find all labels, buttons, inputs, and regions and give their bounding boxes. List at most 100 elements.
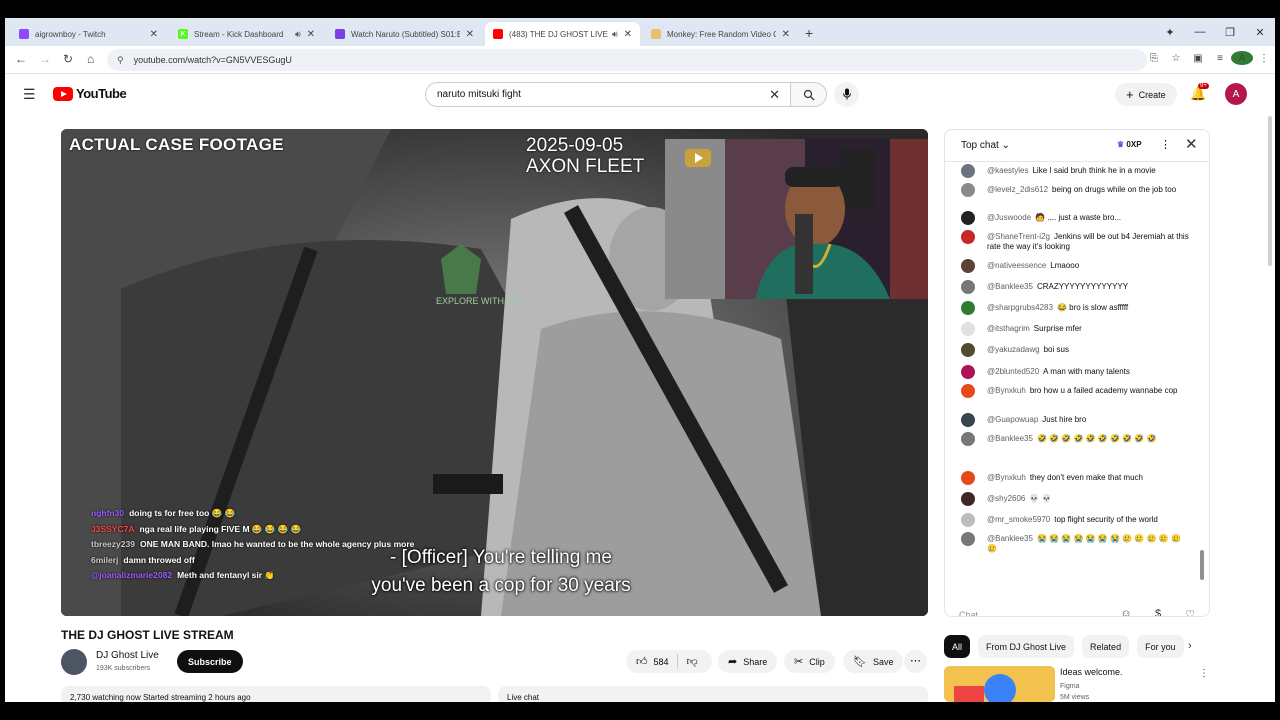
url-field[interactable]: ⚲ youtube.com/watch?v=GN5VVESGugU	[107, 49, 1147, 71]
super-chat-icon[interactable]: $	[1142, 608, 1174, 616]
chat-username[interactable]: @2blunted520	[987, 367, 1039, 376]
heart-icon[interactable]: ♡	[1174, 608, 1206, 616]
top-chat-dropdown[interactable]: Top chat ⌄	[961, 140, 1010, 151]
bookmark-star-icon[interactable]: ☆	[1165, 53, 1187, 64]
install-icon[interactable]: ⎘	[1143, 53, 1165, 64]
dislike-button[interactable]: 👎︎	[678, 655, 698, 668]
create-button[interactable]: + Create	[1115, 83, 1177, 106]
chat-username[interactable]: @kaestyles	[987, 166, 1028, 175]
chat-user-avatar[interactable]	[961, 471, 975, 485]
close-tab-icon[interactable]: ✕	[150, 29, 158, 40]
filter-chip[interactable]: For you	[1137, 635, 1184, 658]
clip-button[interactable]: ✂ Clip	[784, 650, 835, 673]
subscribe-button[interactable]: Subscribe	[177, 650, 243, 673]
chat-username[interactable]: @Juswoode	[987, 213, 1031, 222]
video-player[interactable]: EXPLORE WITH US ACTUAL CASE FOOTAGE 2025…	[61, 129, 928, 616]
close-window-button[interactable]: ✕	[1245, 26, 1275, 39]
home-icon[interactable]: ⌂	[87, 52, 94, 66]
more-vertical-icon[interactable]: ⋮	[1199, 668, 1209, 679]
new-tab-button[interactable]: +	[805, 25, 813, 41]
speaker-icon[interactable]: 🔊︎	[295, 29, 301, 40]
chat-user-avatar[interactable]	[961, 343, 975, 357]
restore-button[interactable]: ❐	[1215, 26, 1245, 39]
clear-search-icon[interactable]: ✕	[769, 87, 780, 103]
chat-user-avatar[interactable]	[961, 492, 975, 506]
share-button[interactable]: ➦ Share	[718, 650, 778, 673]
chat-scroll-thumb[interactable]	[1200, 550, 1204, 580]
chat-user-avatar[interactable]	[961, 365, 975, 379]
chevron-right-icon[interactable]: ›	[1188, 640, 1192, 652]
channel-avatar[interactable]	[61, 649, 87, 675]
tab-search-icon[interactable]: ✦	[1155, 26, 1185, 39]
chat-user-avatar[interactable]	[961, 322, 975, 336]
chat-username[interactable]: @Guapowuap	[987, 415, 1038, 424]
chat-username[interactable]: @levelz_2dis612	[987, 185, 1048, 194]
more-actions-button[interactable]: ⋯	[904, 650, 927, 673]
chat-username[interactable]: @Banklee35	[987, 434, 1033, 443]
chat-username[interactable]: @mr_smoke5970	[987, 515, 1050, 524]
browser-tab[interactable]: K Stream - Kick Dashboard 🔊︎ ✕	[170, 22, 323, 46]
minimize-button[interactable]: —	[1185, 26, 1215, 38]
chat-user-avatar[interactable]	[961, 211, 975, 225]
forward-icon[interactable]: →	[39, 52, 51, 66]
chat-username[interactable]: @ShaneTrent-i2g	[987, 232, 1050, 241]
browser-menu-icon[interactable]: ⋮	[1253, 53, 1275, 64]
chat-username[interactable]: @Banklee35	[987, 282, 1033, 291]
back-icon[interactable]: ←	[15, 52, 27, 66]
search-button[interactable]	[791, 82, 827, 107]
voice-search-button[interactable]	[834, 82, 859, 107]
account-avatar[interactable]: A	[1225, 83, 1247, 105]
close-chat-icon[interactable]: ✕	[1185, 135, 1198, 153]
filter-chip[interactable]: Related	[1082, 635, 1130, 658]
speaker-icon[interactable]: 🔊︎	[612, 29, 618, 40]
channel-name[interactable]: DJ Ghost Live	[96, 650, 159, 661]
like-button[interactable]: 👍︎ 584	[626, 654, 678, 669]
chat-user-avatar[interactable]	[961, 280, 975, 294]
chat-user-avatar[interactable]	[961, 413, 975, 427]
emoji-icon[interactable]: ☺	[1110, 608, 1142, 616]
live-chat-replay-box[interactable]: Live chat	[498, 686, 928, 702]
description-box[interactable]: 2,730 watching now Started streaming 2 h…	[61, 686, 491, 702]
close-tab-icon[interactable]: ✕	[624, 29, 632, 40]
chat-username[interactable]: @Bynxkuh	[987, 473, 1026, 482]
xp-badge[interactable]: ♛ 0XP	[1117, 140, 1142, 149]
chat-input[interactable]: Chat...	[959, 606, 1119, 616]
chat-user-avatar[interactable]	[961, 183, 975, 197]
page-scrollbar[interactable]	[1268, 116, 1272, 266]
search-input[interactable]: naruto mitsuki fight ✕	[425, 82, 791, 107]
chat-username[interactable]: @Banklee35	[987, 534, 1033, 543]
chat-username[interactable]: @yakuzadawg	[987, 345, 1040, 354]
chat-user-avatar[interactable]	[961, 259, 975, 273]
browser-tab[interactable]: Monkey: Free Random Video C ✕	[643, 22, 798, 46]
sidepanel-icon[interactable]: ▣	[1187, 53, 1209, 64]
chat-user-avatar[interactable]	[961, 384, 975, 398]
chat-user-avatar[interactable]	[961, 164, 975, 178]
media-control-icon[interactable]: ≡	[1209, 53, 1231, 64]
profile-avatar[interactable]: A	[1231, 51, 1253, 65]
recommended-thumbnail[interactable]	[944, 666, 1055, 702]
browser-tab[interactable]: Watch Naruto (Subtitled) S01:E ✕	[327, 22, 482, 46]
chat-username[interactable]: @sharpgrubs4283	[987, 303, 1053, 312]
chat-username[interactable]: @shy2606	[987, 494, 1025, 503]
chat-user-avatar[interactable]	[961, 301, 975, 315]
close-tab-icon[interactable]: ✕	[466, 29, 474, 40]
chat-user-avatar[interactable]	[961, 432, 975, 446]
menu-icon[interactable]: ☰	[23, 86, 36, 103]
reload-icon[interactable]: ↻	[63, 52, 73, 66]
browser-tab[interactable]: aigrownboy - Twitch ✕	[11, 22, 166, 46]
chat-scrollbar[interactable]	[1200, 178, 1204, 586]
youtube-logo[interactable]: YouTube	[53, 86, 127, 101]
filter-chip[interactable]: From DJ Ghost Live	[978, 635, 1075, 658]
chat-username[interactable]: @nativeessence	[987, 261, 1046, 270]
close-tab-icon[interactable]: ✕	[782, 29, 790, 40]
browser-tab[interactable]: (483) THE DJ GHOST LIVE S 🔊︎ ✕	[485, 22, 640, 46]
chat-user-avatar[interactable]	[961, 230, 975, 244]
chat-user-avatar[interactable]	[961, 513, 975, 527]
chat-username[interactable]: @itsthagrim	[987, 324, 1030, 333]
recommended-video[interactable]: Ideas welcome. Figma 5M views ⋮	[944, 666, 1210, 702]
save-button[interactable]: 🔖︎ Save	[843, 650, 904, 673]
chat-username[interactable]: @Bynxkuh	[987, 386, 1026, 395]
close-tab-icon[interactable]: ✕	[307, 29, 315, 40]
chat-user-avatar[interactable]	[961, 532, 975, 546]
chat-options-icon[interactable]: ⋮	[1160, 138, 1171, 151]
